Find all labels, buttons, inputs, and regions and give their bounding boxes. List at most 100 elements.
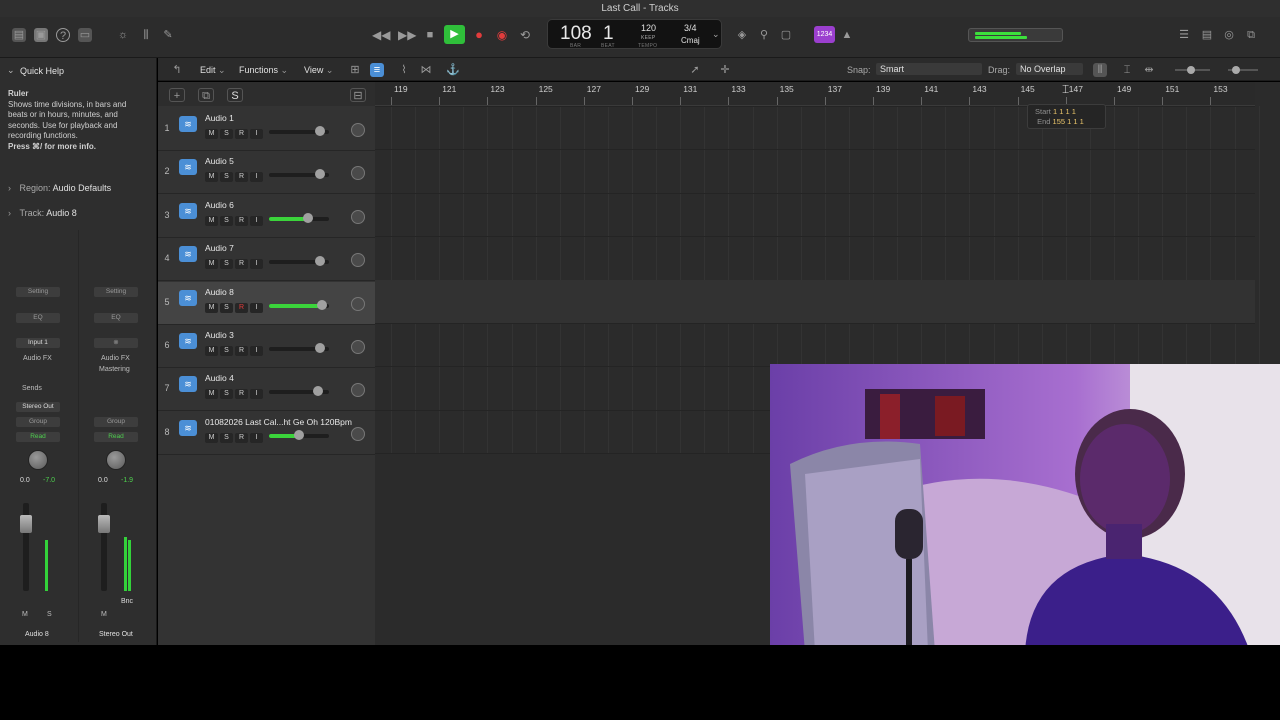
pan-knob[interactable] [351, 253, 365, 268]
strip1-pan-knob[interactable] [28, 450, 48, 470]
record-enable-button[interactable]: R [235, 215, 248, 226]
slider-handle[interactable] [315, 256, 325, 267]
slider-handle[interactable] [316, 299, 327, 310]
record-enable-button[interactable]: R [235, 432, 248, 443]
snap-dropdown[interactable]: Smart [876, 63, 982, 75]
global-solo-button[interactable]: S [227, 88, 243, 102]
catch-icon[interactable]: ⚓ [446, 63, 460, 77]
record-enable-button[interactable]: R [235, 346, 248, 356]
functions-menu[interactable]: Functions ⌄ [239, 65, 288, 76]
strip2-pan-knob[interactable] [106, 450, 126, 470]
strip2-eq-button[interactable]: EQ [94, 313, 138, 323]
automation-icon[interactable]: ⌇ [397, 63, 411, 77]
library-icon[interactable]: ▤ [12, 28, 26, 42]
capture-record-icon[interactable]: ◉ [495, 28, 509, 42]
pan-knob[interactable] [351, 426, 365, 441]
slider-handle[interactable] [294, 429, 304, 440]
lcd-display[interactable]: 108 1 BAR BEAT 120 KEEP TEMPO 3/4 Cmaj ⌄ [547, 19, 722, 49]
quick-help-icon[interactable]: ? [56, 28, 70, 42]
list-view-icon[interactable]: ≡ [370, 63, 384, 77]
record-enable-button[interactable]: R [235, 129, 248, 139]
strip1-group-button[interactable]: Group [16, 417, 60, 427]
input-monitor-button[interactable]: I [250, 432, 263, 443]
volume-slider[interactable] [269, 256, 329, 267]
waveform-icon[interactable]: ≋ [179, 116, 197, 132]
play-button[interactable]: ▶ [444, 25, 465, 44]
flex-icon[interactable]: ⋈ [419, 63, 433, 77]
solo-button[interactable]: S [220, 215, 233, 226]
pan-knob[interactable] [351, 209, 365, 224]
quick-help-header[interactable]: ⌄ Quick Help [0, 62, 157, 80]
grid-view-icon[interactable]: ⊞ [348, 63, 362, 77]
record-icon[interactable]: ● [472, 28, 486, 42]
track-header[interactable]: 8 ≋ 01082026 Last Cal...ht Ge Oh 120Bpm M S R… [158, 411, 375, 455]
slider-handle[interactable] [313, 386, 324, 397]
strip1-fader-cap[interactable] [20, 515, 32, 533]
waveform-icon[interactable]: ≋ [179, 289, 197, 306]
waveform-icon[interactable]: ≋ [179, 333, 197, 349]
waveform-icon[interactable]: ≋ [179, 159, 197, 176]
solo-button[interactable]: S [220, 172, 233, 183]
record-enable-button[interactable]: R [235, 259, 248, 270]
back-arrow-icon[interactable]: ↰ [170, 63, 184, 77]
waveform-zoom-icon[interactable]: ⫴ [1093, 63, 1107, 77]
volume-slider[interactable] [269, 169, 329, 180]
input-monitor-button[interactable]: I [250, 215, 263, 226]
count-in-icon[interactable]: ◈ [735, 28, 749, 42]
slider-handle[interactable] [315, 126, 325, 136]
editors-icon[interactable]: ✎ [161, 28, 175, 42]
strip2-automation-button[interactable]: Read [94, 432, 138, 442]
input-monitor-button[interactable]: I [250, 259, 263, 270]
slider-handle[interactable] [315, 169, 325, 180]
input-monitor-button[interactable]: I [250, 346, 263, 356]
smart-controls-icon[interactable]: ☼ [116, 28, 130, 42]
volume-slider[interactable] [269, 212, 329, 223]
pan-knob[interactable] [351, 383, 365, 398]
strip1-input-button[interactable]: Input 1 [16, 338, 60, 348]
rewind-icon[interactable]: ◀◀ [372, 28, 390, 42]
record-enable-button[interactable]: R [235, 172, 248, 183]
input-monitor-button[interactable]: I [250, 172, 263, 183]
record-enable-button[interactable]: R [235, 389, 248, 400]
add-track-icon[interactable]: + [169, 88, 185, 102]
volume-slider[interactable] [269, 429, 329, 440]
track-name[interactable]: Audio 6 [205, 200, 234, 210]
selected-track-lane[interactable] [375, 280, 1255, 323]
track-header[interactable]: 2 ≋ Audio 5 MSRI [158, 151, 375, 195]
strip1-solo-button[interactable]: S [47, 611, 52, 618]
track-header[interactable]: 7 ≋ Audio 4 MSRI [158, 368, 375, 412]
solo-button[interactable]: S [220, 302, 233, 313]
edit-menu[interactable]: Edit ⌄ [200, 65, 226, 76]
pointer-tool-icon[interactable]: ➚ [688, 63, 702, 77]
secondary-tool-icon[interactable]: ✛ [718, 63, 732, 77]
view-menu[interactable]: View ⌄ [304, 65, 333, 76]
fast-forward-icon[interactable]: ▶▶ [398, 28, 416, 42]
pan-knob[interactable] [351, 123, 365, 137]
slider-handle[interactable] [315, 343, 325, 353]
list-editors-icon[interactable]: ☰ [1177, 28, 1191, 42]
waveform-icon[interactable]: ≋ [179, 246, 197, 263]
master-level-meter[interactable] [968, 28, 1063, 42]
waveform-icon[interactable]: ≋ [179, 202, 197, 219]
drag-dropdown[interactable]: No Overlap [1016, 63, 1083, 75]
vertical-zoom-icon[interactable]: ⌶ [1120, 63, 1134, 77]
pan-knob[interactable] [351, 340, 365, 354]
toolbar-toggle-icon[interactable]: ▭ [78, 28, 92, 42]
input-monitor-button[interactable]: I [250, 389, 263, 400]
strip2-fader-cap[interactable] [98, 515, 110, 533]
browsers-icon[interactable]: ⧉ [1244, 28, 1258, 42]
horizontal-zoom-icon[interactable]: ⇹ [1142, 63, 1156, 77]
strip2-setting-button[interactable]: Setting [94, 287, 138, 297]
track-header[interactable]: 6 ≋ Audio 3 MSRI [158, 325, 375, 368]
mute-button[interactable]: M [205, 346, 218, 356]
track-header[interactable]: 1 ≋ Audio 1 MSRI [158, 108, 375, 151]
solo-icon[interactable]: ▢ [779, 28, 793, 42]
track-header[interactable]: 4 ≋ Audio 7 MSRI [158, 238, 375, 282]
mute-button[interactable]: M [205, 389, 218, 400]
duplicate-track-icon[interactable]: ⧉ [198, 88, 214, 102]
strip1-automation-button[interactable]: Read [16, 432, 60, 442]
chevron-down-icon[interactable]: ⌄ [712, 29, 720, 40]
slider-handle[interactable] [1232, 66, 1240, 74]
strip2-link-icon[interactable]: ⊗ [94, 338, 138, 348]
waveform-icon[interactable]: ≋ [179, 419, 197, 436]
